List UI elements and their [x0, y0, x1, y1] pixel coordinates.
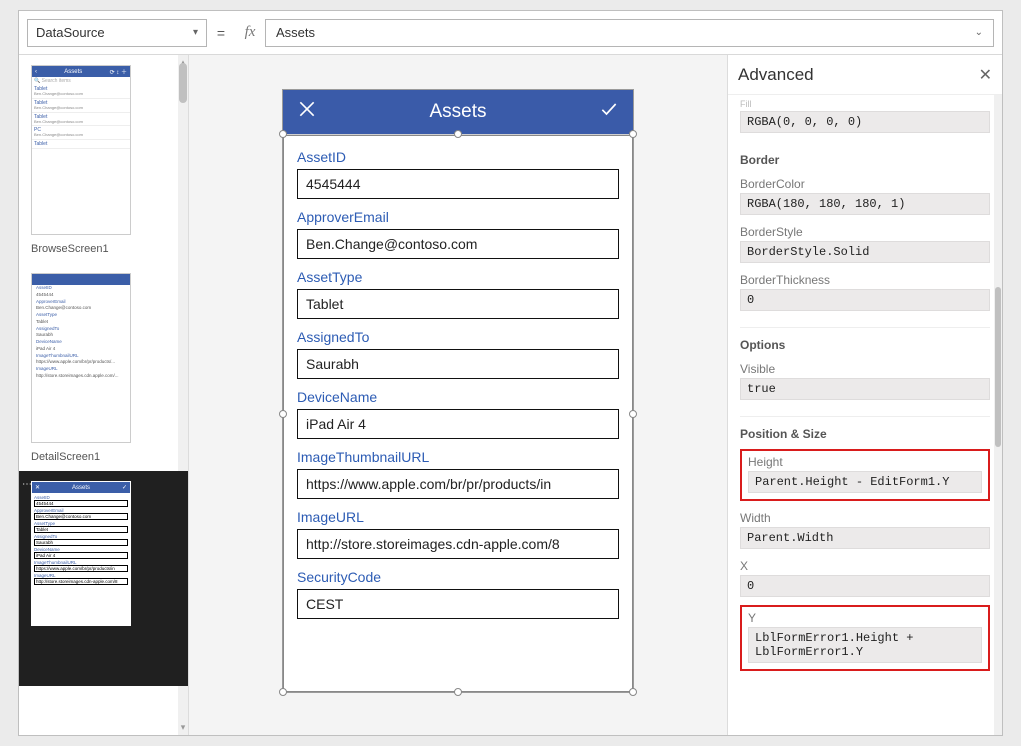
field-input[interactable]: 4545444: [297, 169, 619, 199]
field-input[interactable]: Ben.Change@contoso.com: [297, 229, 619, 259]
submit-icon[interactable]: [599, 99, 619, 125]
form-field: AssetID 4545444: [297, 149, 619, 199]
field-label: AssetID: [297, 149, 619, 165]
field-label: ImageURL: [297, 509, 619, 525]
resize-handle[interactable]: [454, 130, 462, 138]
formula-bar: DataSource ▾ = fx Assets ⌄: [19, 11, 1002, 55]
resize-handle[interactable]: [629, 688, 637, 696]
thumbnail-label: BrowseScreen1: [31, 243, 180, 255]
highlighted-height: Height Parent.Height - EditForm1.Y: [740, 449, 990, 501]
resize-handle[interactable]: [454, 688, 462, 696]
prop-y[interactable]: LblFormError1.Height + LblFormError1.Y: [748, 627, 982, 663]
form-field: ApproverEmail Ben.Change@contoso.com: [297, 209, 619, 259]
panel-header: Advanced ✕: [728, 55, 1002, 95]
thumbnail-browse-screen[interactable]: ‹Assets⟳ ↕ ＋ 🔍 Search items TabletBen.Ch…: [19, 55, 188, 263]
equals-label: =: [207, 25, 235, 41]
form-field: AssetType Tablet: [297, 269, 619, 319]
form-field: SecurityCode CEST: [297, 569, 619, 619]
field-input[interactable]: Saurabh: [297, 349, 619, 379]
resize-handle[interactable]: [279, 130, 287, 138]
chevron-down-icon: ▾: [193, 27, 198, 38]
field-label: AssetType: [297, 269, 619, 285]
panel-body: Fill RGBA(0, 0, 0, 0) Border BorderColor…: [728, 95, 1002, 735]
section-position-size: Position & Size: [740, 416, 990, 441]
field-input[interactable]: http://store.storeimages.cdn-apple.com/8: [297, 529, 619, 559]
edit-form[interactable]: AssetID 4545444 ApproverEmail Ben.Change@co…: [283, 134, 633, 692]
form-field: ImageThumbnailURL https://www.apple.com/b…: [297, 449, 619, 499]
highlighted-y: Y LblFormError1.Height + LblFormError1.Y: [740, 605, 990, 671]
prop-label-fill: Fill: [740, 99, 990, 109]
form-field: DeviceName iPad Air 4: [297, 389, 619, 439]
chevron-down-icon: ⌄: [975, 27, 983, 38]
scroll-down-icon[interactable]: ▾: [178, 722, 188, 733]
field-label: SecurityCode: [297, 569, 619, 585]
resize-handle[interactable]: [629, 410, 637, 418]
app-header: Assets: [283, 90, 633, 134]
close-icon[interactable]: ✕: [979, 65, 992, 85]
app-preview[interactable]: Assets AssetID 4545444 ApproverEmail Ben.Ch…: [282, 89, 634, 693]
field-label: ImageThumbnailURL: [297, 449, 619, 465]
formula-text: Assets: [276, 25, 315, 40]
resize-handle[interactable]: [279, 688, 287, 696]
prop-height[interactable]: Parent.Height - EditForm1.Y: [748, 471, 982, 493]
prop-label: BorderThickness: [740, 273, 990, 287]
field-input[interactable]: https://www.apple.com/br/pr/products/in: [297, 469, 619, 499]
thumbnail-canvas: ‹Assets🗑 ✎ AssetID4545444ApproverEmailBe…: [31, 273, 131, 443]
resize-handle[interactable]: [279, 410, 287, 418]
screen-thumbnails-pane: ▴ ▾ ‹Assets⟳ ↕ ＋ 🔍 Search items TabletBe…: [19, 55, 189, 735]
thumbnail-canvas: ‹Assets⟳ ↕ ＋ 🔍 Search items TabletBen.Ch…: [31, 65, 131, 235]
section-border: Border: [740, 149, 990, 167]
prop-border-thickness[interactable]: 0: [740, 289, 990, 311]
thumbnail-detail-screen[interactable]: ‹Assets🗑 ✎ AssetID4545444ApproverEmailBe…: [19, 263, 188, 471]
resize-handle[interactable]: [629, 130, 637, 138]
prop-label: Y: [748, 611, 982, 625]
field-input[interactable]: CEST: [297, 589, 619, 619]
property-selector-value: DataSource: [36, 25, 105, 40]
section-options: Options: [740, 327, 990, 352]
prop-label: X: [740, 559, 990, 573]
cancel-icon[interactable]: [297, 99, 317, 125]
property-selector[interactable]: DataSource ▾: [27, 19, 207, 47]
prop-fill[interactable]: RGBA(0, 0, 0, 0): [740, 111, 990, 133]
field-input[interactable]: iPad Air 4: [297, 409, 619, 439]
panel-title: Advanced: [738, 65, 814, 85]
prop-label: Width: [740, 511, 990, 525]
prop-label: BorderColor: [740, 177, 990, 191]
prop-border-style[interactable]: BorderStyle.Solid: [740, 241, 990, 263]
field-input[interactable]: Tablet: [297, 289, 619, 319]
field-label: ApproverEmail: [297, 209, 619, 225]
app-frame: DataSource ▾ = fx Assets ⌄ ▴ ▾ ‹Assets⟳ …: [18, 10, 1003, 736]
prop-label: Visible: [740, 362, 990, 376]
prop-border-color[interactable]: RGBA(180, 180, 180, 1): [740, 193, 990, 215]
prop-label: Height: [748, 455, 982, 469]
field-label: AssignedTo: [297, 329, 619, 345]
prop-visible[interactable]: true: [740, 378, 990, 400]
canvas-area: Assets AssetID 4545444 ApproverEmail Ben.Ch…: [189, 55, 727, 735]
form-field: ImageURL http://store.storeimages.cdn-app…: [297, 509, 619, 559]
formula-input[interactable]: Assets ⌄: [265, 19, 994, 47]
workspace: ▴ ▾ ‹Assets⟳ ↕ ＋ 🔍 Search items TabletBe…: [19, 55, 1002, 735]
fx-icon: fx: [235, 24, 265, 41]
form-field: AssignedTo Saurabh: [297, 329, 619, 379]
prop-x[interactable]: 0: [740, 575, 990, 597]
prop-width[interactable]: Parent.Width: [740, 527, 990, 549]
field-label: DeviceName: [297, 389, 619, 405]
thumbnail-canvas: ✕Assets✓ AssetID4545444ApproverEmailBen.…: [31, 481, 131, 626]
thumbnail-label: DetailScreen1: [31, 451, 180, 463]
app-title: Assets: [317, 101, 599, 123]
advanced-panel: Advanced ✕ Fill RGBA(0, 0, 0, 0) Border …: [727, 55, 1002, 735]
scrollbar-thumb[interactable]: [179, 63, 187, 103]
thumbnail-edit-screen[interactable]: ✕Assets✓ AssetID4545444ApproverEmailBen.…: [19, 471, 188, 686]
prop-label: BorderStyle: [740, 225, 990, 239]
